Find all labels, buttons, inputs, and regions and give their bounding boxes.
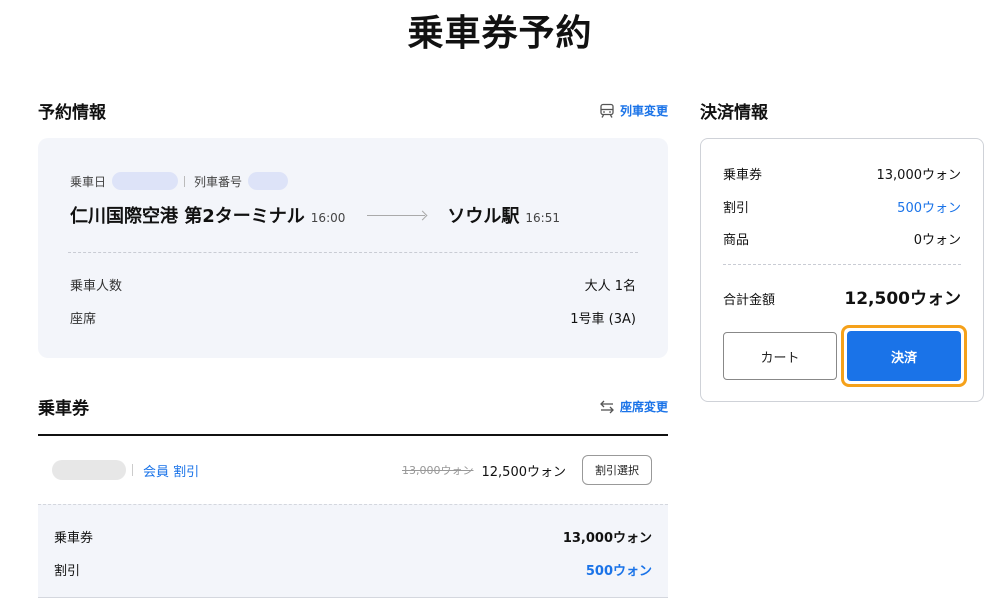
payment-discount-row: 割引 500ウォン <box>723 197 961 216</box>
reservation-section-title: 予約情報 <box>38 103 106 123</box>
original-price: 13,000ウォン <box>402 464 474 477</box>
page-title: 乗車券予約 <box>407 13 593 54</box>
payment-total-row: 合計金額 12,500ウォン <box>723 284 961 309</box>
ticket-discount-value: 500ウォン <box>585 564 652 579</box>
payment-total-value: 12,500ウォン <box>844 289 961 309</box>
seat-row: 座席 1号車 (3A) <box>70 308 636 327</box>
boarding-date-redacted <box>112 172 179 190</box>
payment-goods-value: 0ウォン <box>913 233 961 248</box>
member-discount-label: 会員 割引 <box>143 464 200 480</box>
ticket-detail: 乗車券 13,000ウォン 割引 500ウォン <box>38 504 668 598</box>
pay-button[interactable]: 決済 <box>847 331 961 381</box>
ticket-discount-row: 割引 500ウォン <box>54 560 652 579</box>
reservation-card: 乗車日 列車番号 仁川国際空港 第2ターミナル 16:00 ソウル駅 16:51… <box>38 138 668 358</box>
passenger-count-row: 乗車人数 大人 1名 <box>70 275 636 294</box>
payment-fare-row: 乗車券 13,000ウォン <box>723 164 961 183</box>
cart-button[interactable]: カート <box>723 332 837 380</box>
payment-fare-label: 乗車券 <box>723 168 763 183</box>
reservation-meta: 乗車日 列車番号 <box>70 172 289 190</box>
payment-card: 乗車券 13,000ウォン 割引 500ウォン 商品 0ウォン 合計金額 12,… <box>700 138 984 402</box>
ticket-fare-value: 13,000ウォン <box>562 531 652 546</box>
departure-station: 仁川国際空港 第2ターミナル <box>70 206 305 227</box>
seat-value: 1号車 (3A) <box>570 312 636 327</box>
payment-divider <box>723 264 961 265</box>
change-seat-link[interactable]: 座席変更 <box>599 398 668 415</box>
train-number-redacted <box>248 172 289 190</box>
ticket-separator <box>132 464 133 476</box>
ticket-discount-label: 割引 <box>54 564 81 579</box>
train-icon <box>599 103 615 119</box>
departure-time: 16:00 <box>310 211 346 225</box>
ticket-section-title: 乗車券 <box>38 399 89 419</box>
change-train-label: 列車変更 <box>619 104 668 118</box>
route-arrow-icon <box>367 215 426 216</box>
ticket-header: 乗車券 座席変更 <box>38 394 668 419</box>
swap-icon <box>599 400 615 414</box>
reservation-header: 予約情報 列車変更 <box>38 98 668 123</box>
payment-goods-row: 商品 0ウォン <box>723 229 961 248</box>
ticket-prices: 13,000ウォン 12,500ウォン 割引選択 <box>402 455 668 485</box>
change-seat-label: 座席変更 <box>619 400 668 414</box>
ticket-row: 会員 割引 13,000ウォン 12,500ウォン 割引選択 <box>38 436 668 504</box>
meta-divider <box>184 175 186 187</box>
train-number-label: 列車番号 <box>194 174 243 189</box>
ticket-type-redacted <box>52 460 126 480</box>
payment-section-title: 決済情報 <box>700 103 768 123</box>
card-divider <box>68 252 638 253</box>
arrival-station: ソウル駅 <box>447 206 520 227</box>
passenger-count-label: 乗車人数 <box>70 279 123 294</box>
seat-label: 座席 <box>70 312 97 327</box>
route: 仁川国際空港 第2ターミナル 16:00 ソウル駅 16:51 <box>70 202 590 228</box>
discounted-price: 12,500ウォン <box>481 464 567 480</box>
arrival-time: 16:51 <box>525 211 560 225</box>
payment-discount-value: 500ウォン <box>897 201 961 216</box>
discount-select-button[interactable]: 割引選択 <box>582 455 652 485</box>
payment-header: 決済情報 <box>700 98 984 123</box>
change-train-link[interactable]: 列車変更 <box>599 102 668 119</box>
ticket-fare-row: 乗車券 13,000ウォン <box>54 527 652 546</box>
pay-button-highlight: 決済 <box>841 325 967 387</box>
payment-fare-value: 13,000ウォン <box>876 168 962 183</box>
boarding-date-label: 乗車日 <box>70 174 107 189</box>
payment-goods-label: 商品 <box>723 233 750 248</box>
passenger-count-value: 大人 1名 <box>584 279 636 294</box>
payment-total-label: 合計金額 <box>723 293 776 308</box>
payment-discount-label: 割引 <box>723 201 750 216</box>
ticket-fare-label: 乗車券 <box>54 531 94 546</box>
